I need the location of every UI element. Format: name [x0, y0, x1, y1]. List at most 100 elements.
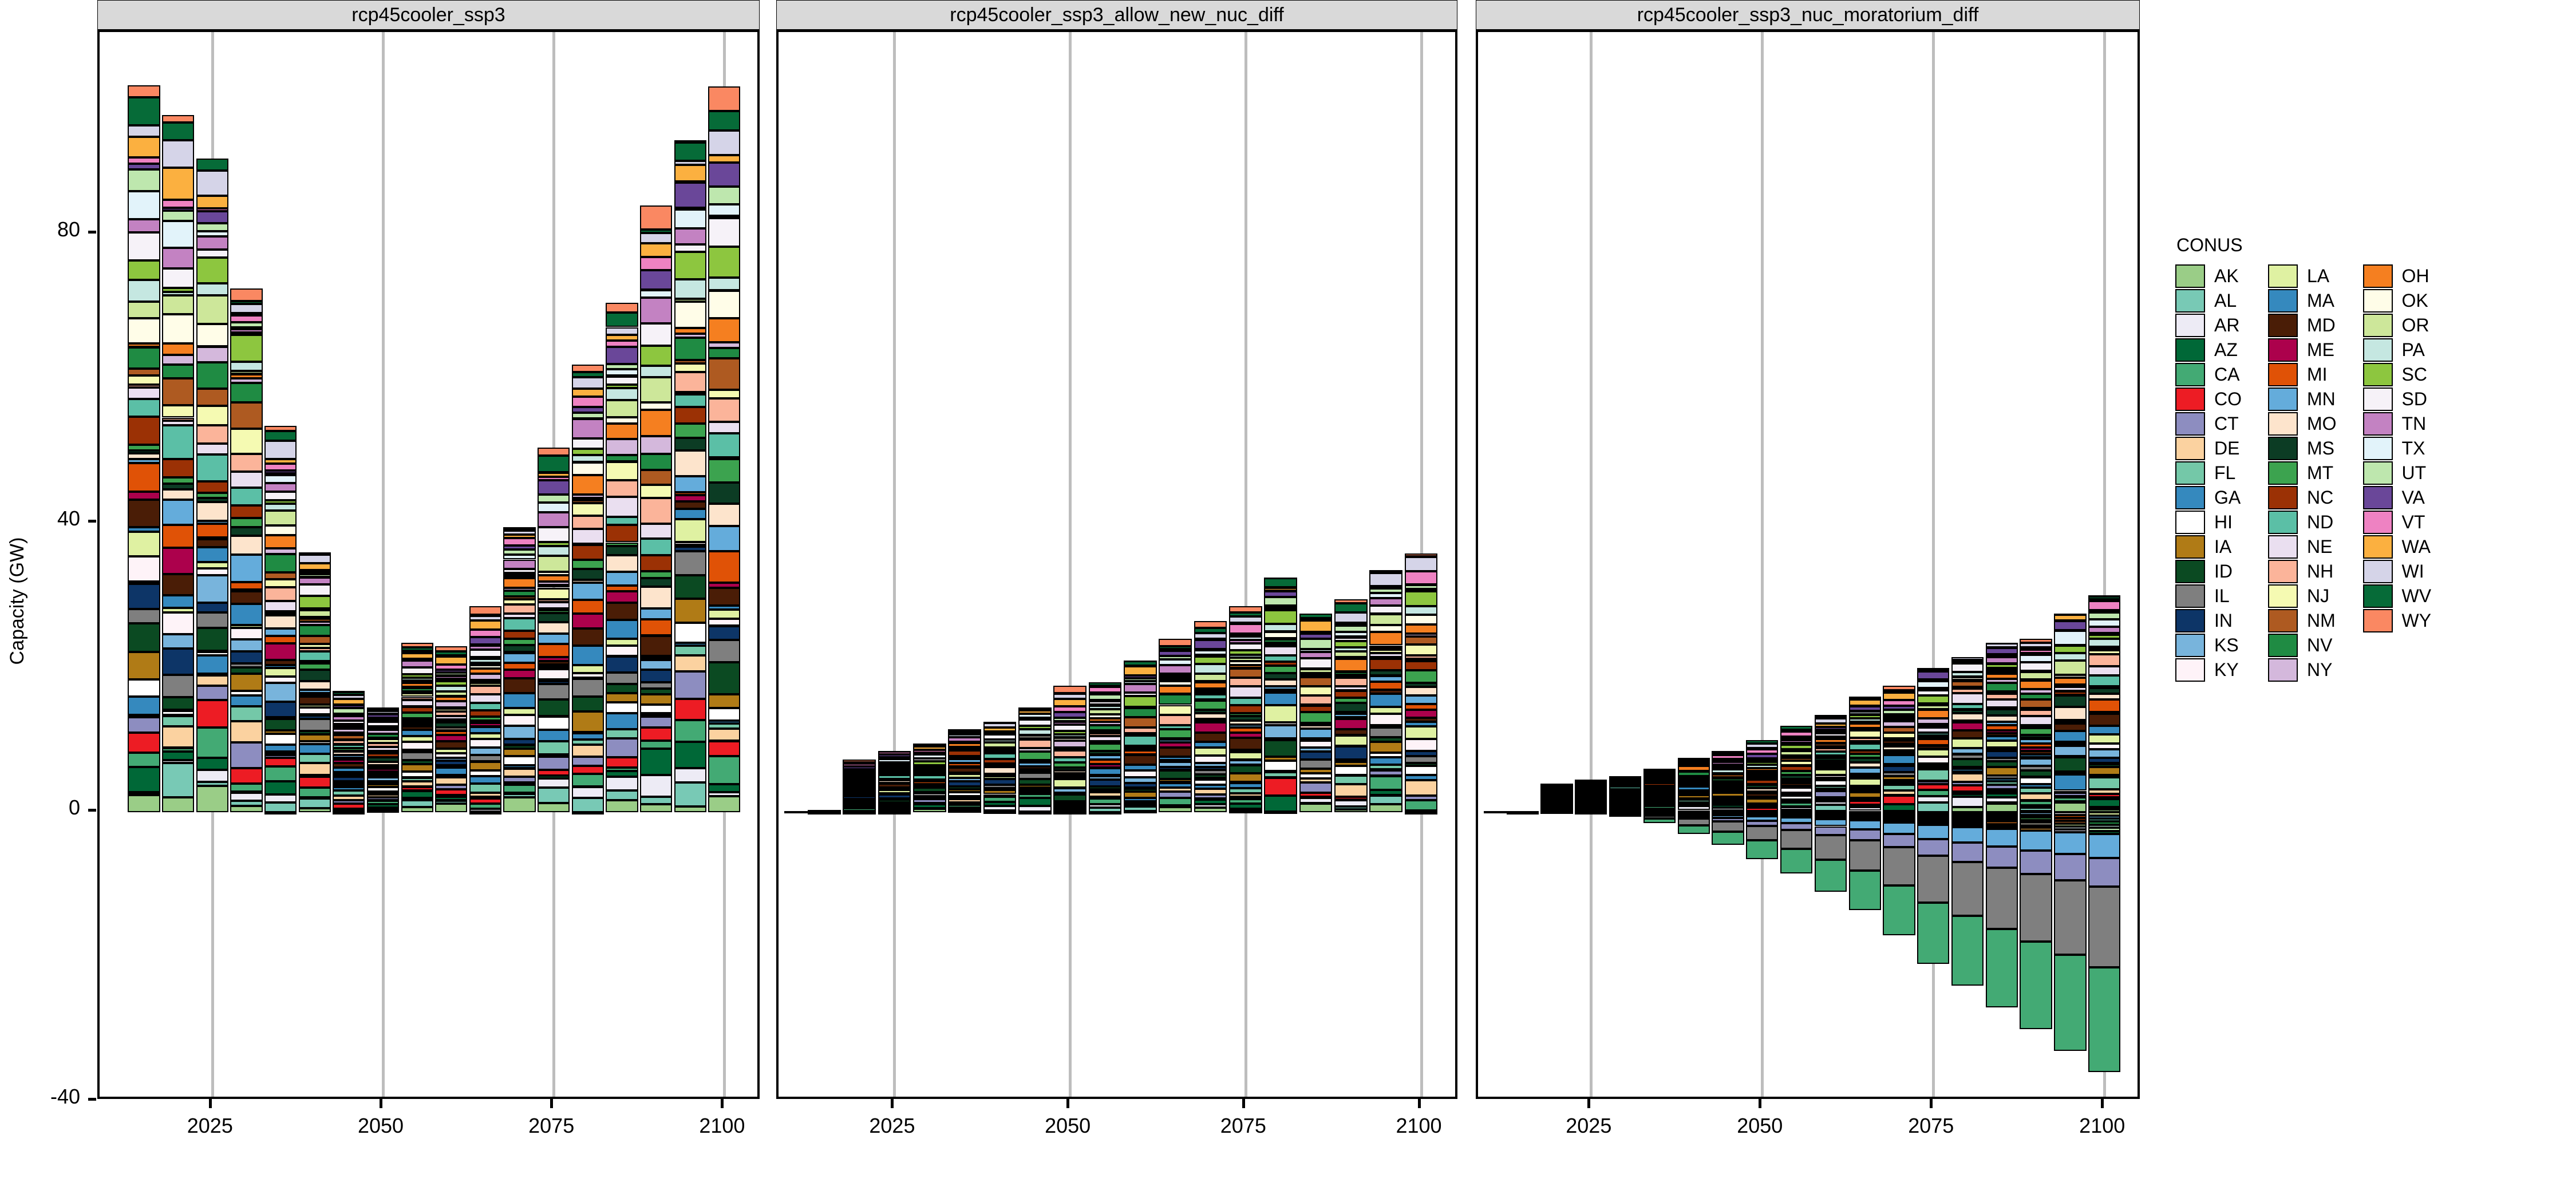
- legend-item-nv[interactable]: NV: [2268, 633, 2337, 658]
- legend-item-vt[interactable]: VT: [2362, 510, 2432, 535]
- legend-item-ut[interactable]: UT: [2362, 461, 2432, 485]
- legend-item-az[interactable]: AZ: [2175, 338, 2242, 362]
- stacked-bar[interactable]: [1712, 750, 1744, 814]
- stacked-bar[interactable]: [1228, 606, 1262, 814]
- stacked-bar[interactable]: [298, 552, 331, 813]
- stacked-bar[interactable]: [1053, 686, 1086, 815]
- stacked-bar-negative[interactable]: [1848, 812, 1881, 910]
- stacked-bar[interactable]: [2020, 639, 2052, 814]
- stacked-bar[interactable]: [1404, 553, 1438, 814]
- legend-item-ak[interactable]: AK: [2175, 264, 2242, 288]
- legend-item-mo[interactable]: MO: [2268, 412, 2337, 436]
- stacked-bar[interactable]: [1848, 697, 1881, 814]
- stacked-bar[interactable]: [1951, 657, 1984, 813]
- legend-item-mn[interactable]: MN: [2268, 387, 2337, 412]
- stacked-bar-negative[interactable]: [1780, 812, 1813, 874]
- stacked-bar[interactable]: [1643, 769, 1676, 814]
- stacked-bar[interactable]: [1334, 599, 1368, 813]
- stacked-bar[interactable]: [1609, 776, 1642, 813]
- legend-item-nm[interactable]: NM: [2268, 608, 2337, 633]
- stacked-bar[interactable]: [1575, 780, 1607, 814]
- legend-item-id[interactable]: ID: [2175, 559, 2242, 584]
- legend-item-wy[interactable]: WY: [2362, 608, 2431, 633]
- legend-item-nc[interactable]: NC: [2268, 485, 2337, 510]
- stacked-bar-negative[interactable]: [1609, 812, 1642, 817]
- stacked-bar-negative[interactable]: [1814, 812, 1847, 892]
- stacked-bar[interactable]: [1018, 707, 1052, 815]
- stacked-bar[interactable]: [674, 140, 706, 813]
- stacked-bar-negative[interactable]: [2020, 812, 2052, 1029]
- stacked-bar[interactable]: [1746, 740, 1779, 814]
- stacked-bar[interactable]: [983, 722, 1017, 814]
- legend-item-ma[interactable]: MA: [2268, 288, 2337, 313]
- stacked-bar[interactable]: [2088, 595, 2121, 813]
- legend-item-ct[interactable]: CT: [2175, 412, 2242, 436]
- stacked-bar[interactable]: [1780, 725, 1813, 814]
- legend-item-ks[interactable]: KS: [2175, 633, 2242, 658]
- stacked-bar-negative[interactable]: [1746, 812, 1779, 860]
- stacked-bar[interactable]: [128, 85, 160, 813]
- stacked-bar[interactable]: [948, 729, 981, 813]
- stacked-bar[interactable]: [538, 447, 570, 813]
- stacked-bar[interactable]: [1369, 570, 1403, 813]
- legend-item-mt[interactable]: MT: [2268, 461, 2337, 485]
- legend-item-nh[interactable]: NH: [2268, 559, 2337, 584]
- legend-item-al[interactable]: AL: [2175, 288, 2242, 313]
- stacked-bar-negative[interactable]: [2088, 812, 2121, 1073]
- legend-item-pa[interactable]: PA: [2362, 338, 2432, 362]
- stacked-bar[interactable]: [606, 303, 638, 813]
- stacked-bar[interactable]: [1883, 686, 1915, 814]
- legend-item-nd[interactable]: ND: [2268, 510, 2337, 535]
- legend-item-sc[interactable]: SC: [2362, 362, 2432, 387]
- legend-item-nj[interactable]: NJ: [2268, 584, 2337, 608]
- stacked-bar-negative[interactable]: [1985, 812, 2018, 1007]
- legend-item-in[interactable]: IN: [2175, 608, 2242, 633]
- legend-item-sd[interactable]: SD: [2362, 387, 2432, 412]
- stacked-bar[interactable]: [708, 86, 741, 813]
- legend-item-ny[interactable]: NY: [2268, 658, 2337, 682]
- legend-item-la[interactable]: LA: [2268, 264, 2337, 288]
- stacked-bar[interactable]: [1677, 758, 1710, 813]
- legend-item-tx[interactable]: TX: [2362, 436, 2432, 461]
- legend-item-ar[interactable]: AR: [2175, 313, 2242, 338]
- stacked-bar[interactable]: [571, 364, 604, 814]
- stacked-bar[interactable]: [503, 527, 536, 813]
- stacked-bar[interactable]: [1194, 620, 1227, 813]
- stacked-bar[interactable]: [1088, 682, 1122, 814]
- legend-item-ca[interactable]: CA: [2175, 362, 2242, 387]
- stacked-bar[interactable]: [2054, 614, 2087, 813]
- stacked-bar-negative[interactable]: [1917, 812, 1950, 964]
- stacked-bar[interactable]: [264, 425, 297, 815]
- stacked-bar[interactable]: [1917, 667, 1950, 815]
- stacked-bar-negative[interactable]: [1883, 812, 1915, 935]
- stacked-bar[interactable]: [1540, 783, 1573, 814]
- stacked-bar[interactable]: [196, 158, 228, 813]
- legend-item-tn[interactable]: TN: [2362, 412, 2432, 436]
- stacked-bar[interactable]: [366, 707, 400, 813]
- stacked-bar[interactable]: [333, 691, 365, 814]
- legend-item-ga[interactable]: GA: [2175, 485, 2242, 510]
- legend-item-ne[interactable]: NE: [2268, 535, 2337, 559]
- legend-item-ok[interactable]: OK: [2362, 288, 2432, 313]
- stacked-bar[interactable]: [162, 115, 195, 813]
- stacked-bar[interactable]: [878, 750, 911, 814]
- stacked-bar[interactable]: [1264, 577, 1298, 814]
- legend-item-ms[interactable]: MS: [2268, 436, 2337, 461]
- stacked-bar[interactable]: [1123, 661, 1157, 813]
- stacked-bar[interactable]: [469, 606, 501, 814]
- stacked-bar-negative[interactable]: [1712, 812, 1744, 845]
- legend-item-oh[interactable]: OH: [2362, 264, 2432, 288]
- stacked-bar-negative[interactable]: [1951, 812, 1984, 986]
- legend-item-ky[interactable]: KY: [2175, 658, 2242, 682]
- legend-item-wv[interactable]: WV: [2362, 584, 2431, 608]
- stacked-bar[interactable]: [1985, 642, 2018, 813]
- stacked-bar-negative[interactable]: [2054, 812, 2087, 1051]
- legend-item-de[interactable]: DE: [2175, 436, 2242, 461]
- legend-item-va[interactable]: VA: [2362, 485, 2432, 510]
- stacked-bar[interactable]: [230, 288, 263, 813]
- stacked-bar[interactable]: [1159, 639, 1192, 813]
- stacked-bar-negative[interactable]: [1643, 812, 1676, 824]
- legend-item-co[interactable]: CO: [2175, 387, 2242, 412]
- legend-item-or[interactable]: OR: [2362, 313, 2432, 338]
- legend-item-md[interactable]: MD: [2268, 313, 2337, 338]
